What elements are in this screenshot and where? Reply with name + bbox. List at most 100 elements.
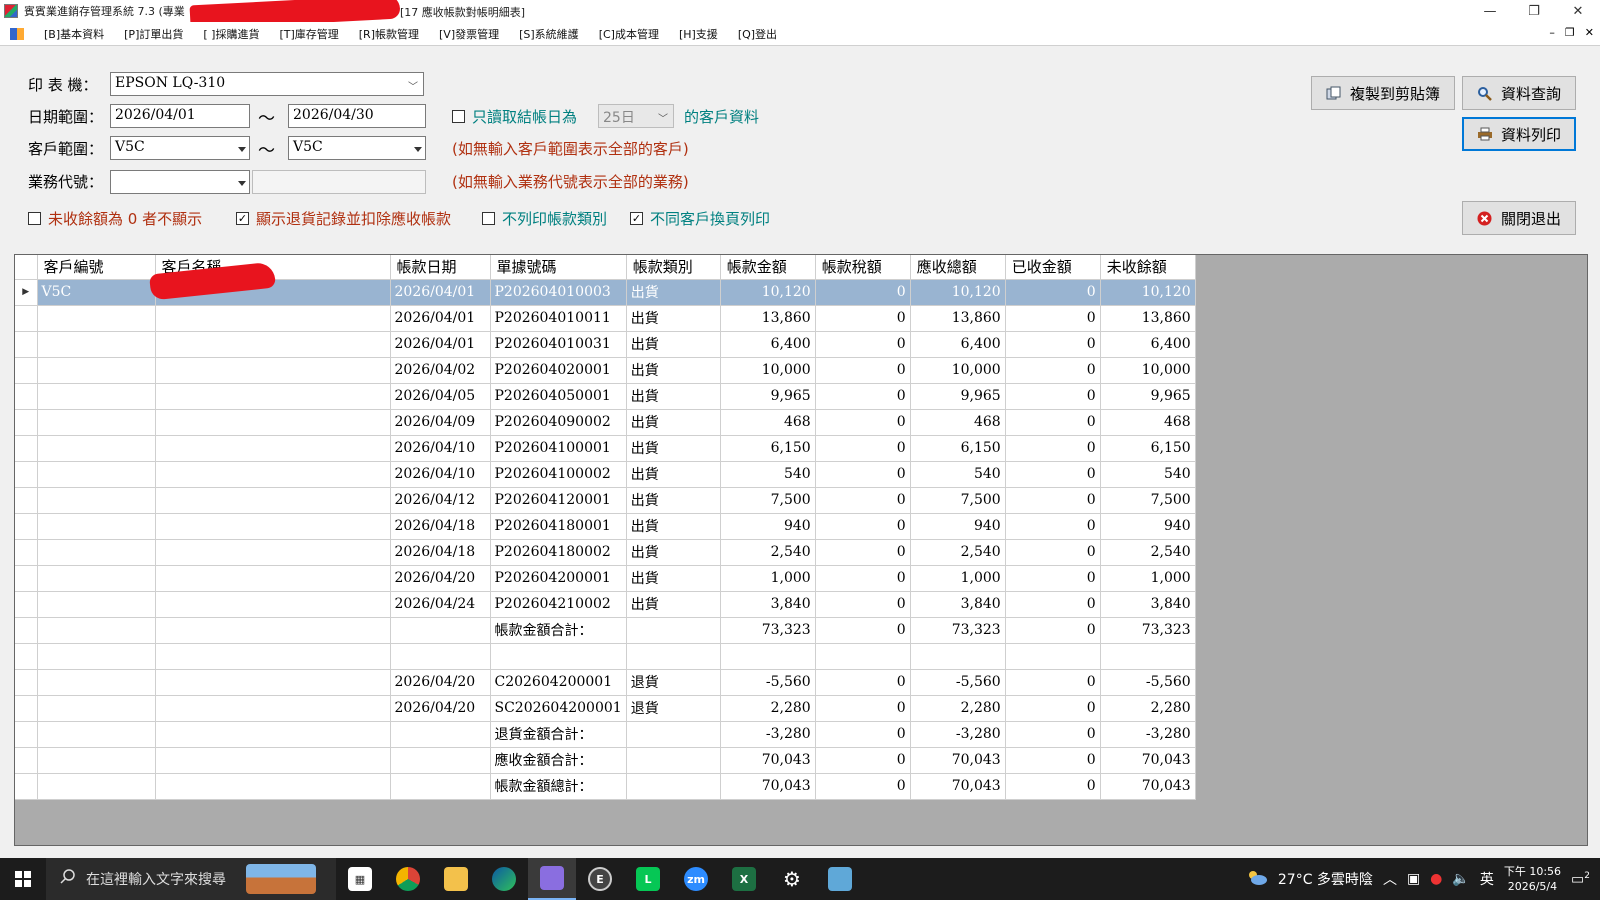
cell-date[interactable]: 2026/04/18	[390, 513, 491, 540]
taskbar-explorer[interactable]	[432, 858, 480, 900]
col-doc-no[interactable]: 單據號碼	[490, 255, 627, 280]
cell-tax[interactable]	[815, 643, 911, 670]
cell-balance[interactable]: 13,860	[1100, 305, 1196, 332]
cell-balance[interactable]: 10,120	[1100, 279, 1196, 306]
col-balance[interactable]: 未收餘額	[1100, 255, 1196, 280]
table-row[interactable]: 退貨金額合計： -3,280 0 -3,280 0 -3,280	[15, 721, 1196, 748]
cell-amount[interactable]: 540	[720, 461, 816, 488]
cell-receivable[interactable]: 2,280	[910, 695, 1006, 722]
cell-doc-no[interactable]: P202604180002	[490, 539, 627, 566]
antivirus-icon[interactable]: ●	[1430, 871, 1442, 887]
cell-balance[interactable]: 1,000	[1100, 565, 1196, 592]
cell-customer-name[interactable]	[155, 539, 391, 566]
col-receivable[interactable]: 應收總額	[910, 255, 1006, 280]
cell-customer-name[interactable]	[155, 409, 391, 436]
cell-date[interactable]	[390, 617, 491, 644]
row-header[interactable]	[15, 617, 38, 644]
cell-customer-code[interactable]	[37, 435, 156, 462]
cell-doc-no[interactable]: 帳款金額總計：	[490, 773, 627, 800]
cell-customer-name[interactable]	[155, 435, 391, 462]
cell-date[interactable]: 2026/04/09	[390, 409, 491, 436]
table-row[interactable]: 帳款金額總計： 70,043 0 70,043 0 70,043	[15, 773, 1196, 800]
cell-customer-name[interactable]	[155, 487, 391, 514]
cell-balance[interactable]: 540	[1100, 461, 1196, 488]
cell-receivable[interactable]: 10,120	[910, 279, 1006, 306]
cell-date[interactable]: 2026/04/18	[390, 539, 491, 566]
table-row[interactable]: 2026/04/01 P202604010031 出貨 6,400 0 6,400 0 6,4…	[15, 331, 1196, 358]
col-amount[interactable]: 帳款金額	[720, 255, 816, 280]
cell-received[interactable]: 0	[1005, 409, 1101, 436]
cell-received[interactable]: 0	[1005, 305, 1101, 332]
table-row[interactable]: 帳款金額合計： 73,323 0 73,323 0 73,323	[15, 617, 1196, 644]
cell-doc-no[interactable]	[490, 643, 627, 670]
copy-clipboard-button[interactable]: 複製到剪貼簿	[1311, 76, 1455, 110]
cell-amount[interactable]: 6,150	[720, 435, 816, 462]
cell-tax[interactable]: 0	[815, 461, 911, 488]
cell-receivable[interactable]: 540	[910, 461, 1006, 488]
cell-amount[interactable]: -3,280	[720, 721, 816, 748]
cell-receivable[interactable]: -5,560	[910, 669, 1006, 696]
cell-balance[interactable]: 2,540	[1100, 539, 1196, 566]
customer-from-select[interactable]: V5C	[110, 136, 250, 160]
cell-customer-code[interactable]	[37, 487, 156, 514]
network-icon[interactable]: ▣	[1407, 871, 1420, 887]
taskbar-edge[interactable]	[480, 858, 528, 900]
cell-tax[interactable]: 0	[815, 305, 911, 332]
cell-customer-code[interactable]	[37, 695, 156, 722]
cell-customer-code[interactable]	[37, 747, 156, 774]
cell-doc-no[interactable]: 帳款金額合計：	[490, 617, 627, 644]
cell-balance[interactable]	[1100, 643, 1196, 670]
cell-receivable[interactable]	[910, 643, 1006, 670]
cell-tax[interactable]: 0	[815, 591, 911, 618]
cell-tax[interactable]: 0	[815, 747, 911, 774]
mdi-child-icon[interactable]	[10, 27, 24, 40]
table-row[interactable]: 2026/04/24 P202604210002 出貨 3,840 0 3,840 0 3,8…	[15, 591, 1196, 618]
row-header[interactable]	[15, 591, 38, 618]
cell-date[interactable]: 2026/04/20	[390, 669, 491, 696]
cell-date[interactable]: 2026/04/24	[390, 591, 491, 618]
menu-accounts[interactable]: [R]帳款管理	[349, 26, 429, 42]
cell-received[interactable]: 0	[1005, 539, 1101, 566]
cell-receivable[interactable]: 3,840	[910, 591, 1006, 618]
cell-amount[interactable]: 13,860	[720, 305, 816, 332]
cell-customer-code[interactable]	[37, 591, 156, 618]
row-header[interactable]	[15, 695, 38, 722]
cell-receivable[interactable]: -3,280	[910, 721, 1006, 748]
cell-tax[interactable]: 0	[815, 357, 911, 384]
menu-cost[interactable]: [C]成本管理	[589, 26, 669, 42]
cell-tax[interactable]: 0	[815, 695, 911, 722]
row-header[interactable]	[15, 747, 38, 774]
cell-receivable[interactable]: 468	[910, 409, 1006, 436]
cell-received[interactable]: 0	[1005, 487, 1101, 514]
cell-type[interactable]: 出貨	[626, 513, 721, 540]
mdi-close-button[interactable]: ✕	[1585, 26, 1594, 39]
cell-customer-name[interactable]	[155, 591, 391, 618]
chevron-up-icon[interactable]: ︿	[1383, 869, 1397, 889]
cell-receivable[interactable]: 7,500	[910, 487, 1006, 514]
cell-receivable[interactable]: 9,965	[910, 383, 1006, 410]
cell-date[interactable]: 2026/04/01	[390, 331, 491, 358]
cell-amount[interactable]	[720, 643, 816, 670]
cell-amount[interactable]: 6,400	[720, 331, 816, 358]
menu-inventory[interactable]: [T]庫存管理	[269, 26, 348, 42]
cell-received[interactable]: 0	[1005, 695, 1101, 722]
cell-doc-no[interactable]: P202604200001	[490, 565, 627, 592]
cell-received[interactable]: 0	[1005, 721, 1101, 748]
cell-doc-no[interactable]: P202604010011	[490, 305, 627, 332]
table-row[interactable]: 2026/04/12 P202604120001 出貨 7,500 0 7,500 0 7,5…	[15, 487, 1196, 514]
cell-doc-no[interactable]: 退貨金額合計：	[490, 721, 627, 748]
clock[interactable]: 下午 10:56 2026/5/4	[1504, 864, 1561, 894]
row-header[interactable]	[15, 643, 38, 670]
menu-invoice[interactable]: [V]發票管理	[429, 26, 509, 42]
cell-customer-name[interactable]	[155, 461, 391, 488]
start-button[interactable]	[0, 858, 46, 900]
cell-customer-name[interactable]	[155, 747, 391, 774]
cell-customer-name[interactable]	[155, 669, 391, 696]
table-row[interactable]: 2026/04/05 P202604050001 出貨 9,965 0 9,965 0 9,9…	[15, 383, 1196, 410]
menu-basic-data[interactable]: [B]基本資料	[34, 26, 114, 42]
cell-date[interactable]: 2026/04/20	[390, 695, 491, 722]
cell-customer-name[interactable]	[155, 357, 391, 384]
cell-type[interactable]: 出貨	[626, 435, 721, 462]
cell-date[interactable]: 2026/04/20	[390, 565, 491, 592]
cell-received[interactable]: 0	[1005, 357, 1101, 384]
